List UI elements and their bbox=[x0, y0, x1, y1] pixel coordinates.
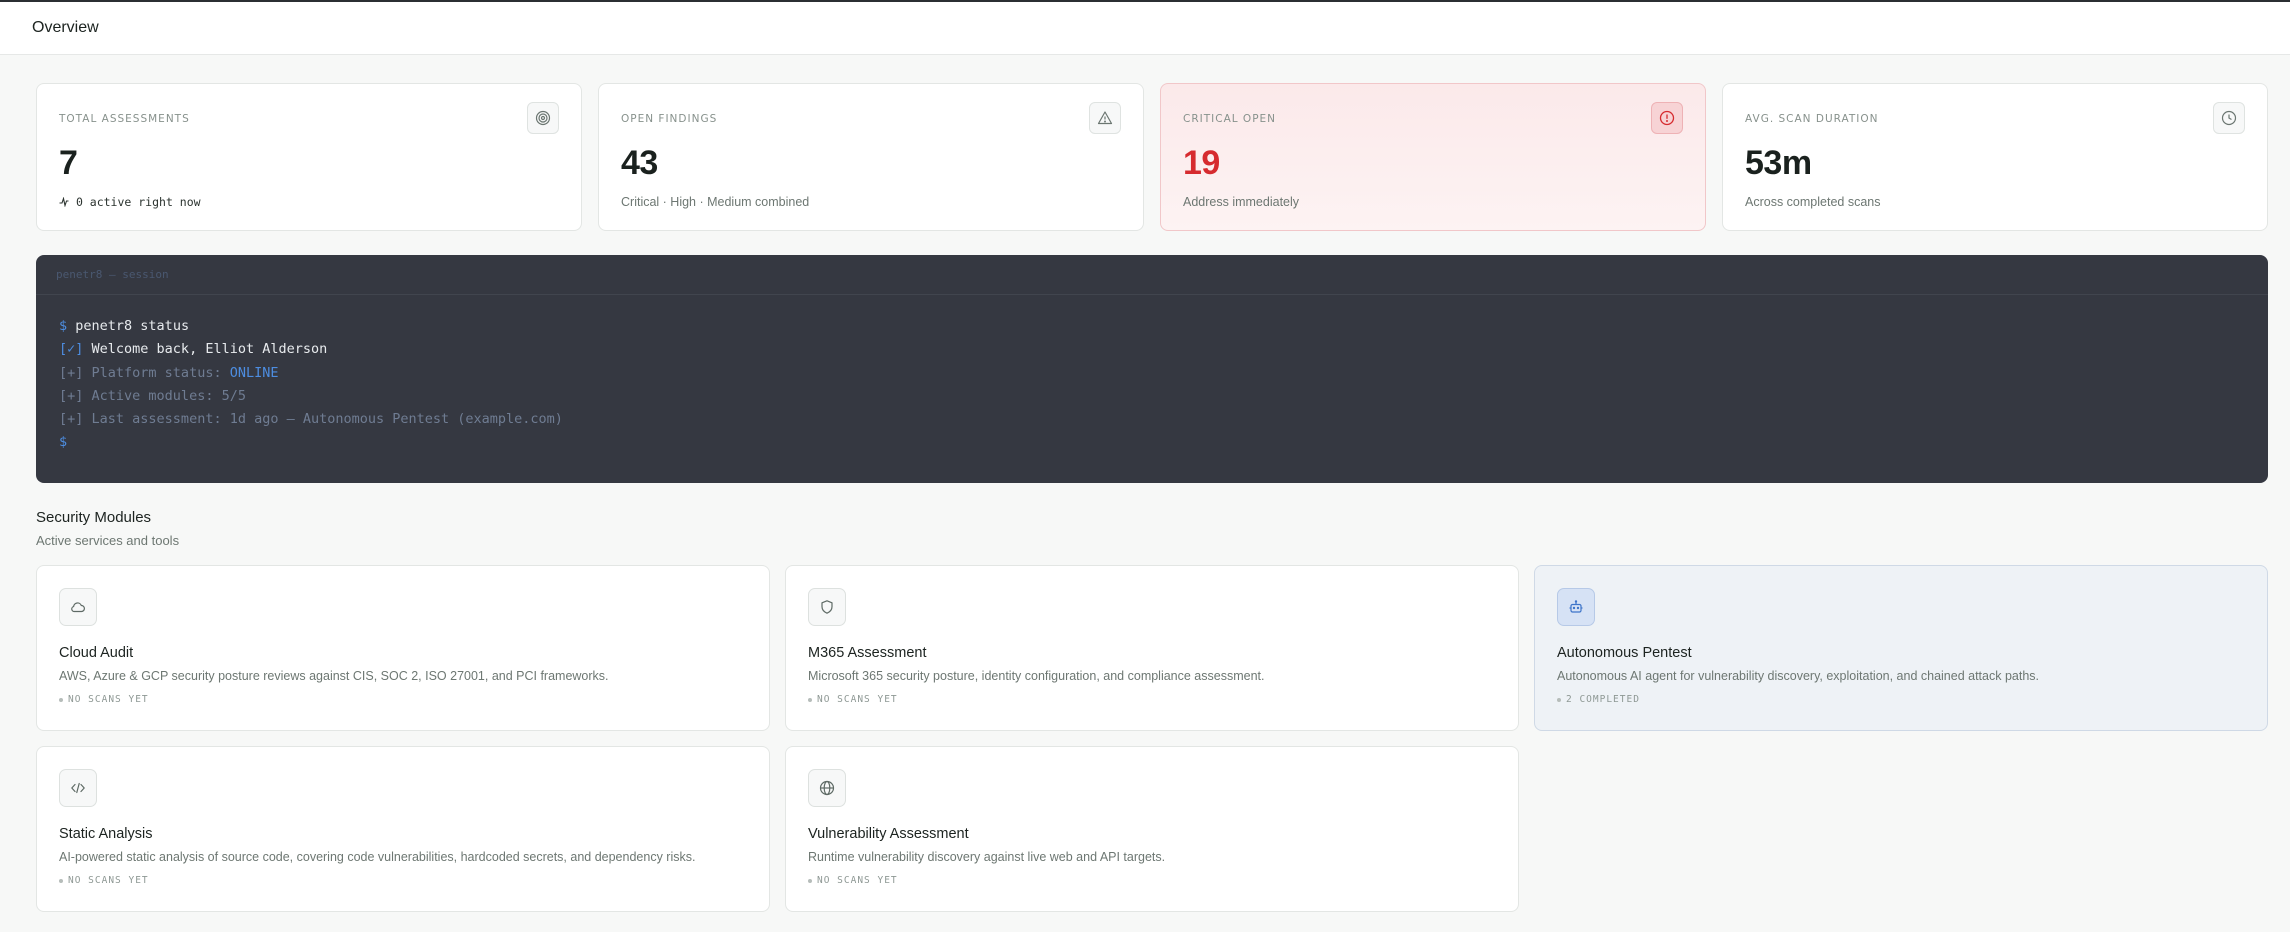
stat-sub-text: 0 active right now bbox=[75, 195, 201, 209]
terminal-line-text: Active modules: 5/5 bbox=[91, 387, 246, 404]
module-status-text: NO SCANS YET bbox=[817, 875, 898, 886]
terminal-command: penetr8 status bbox=[75, 318, 190, 334]
stat-card-open-findings[interactable]: OPEN FINDINGS 43 Critical · High · Mediu… bbox=[598, 83, 1144, 231]
activity-icon bbox=[59, 196, 69, 208]
stat-value: 19 bbox=[1183, 144, 1220, 182]
module-card-vulnerability-assessment[interactable]: Vulnerability Assessment Runtime vulnera… bbox=[785, 746, 1519, 912]
stat-card-avg-scan-duration[interactable]: AVG. SCAN DURATION 53m Across completed … bbox=[1722, 83, 2268, 231]
module-status: NO SCANS YET bbox=[808, 694, 898, 705]
terminal-line-text: Platform status: bbox=[91, 364, 230, 381]
module-status: NO SCANS YET bbox=[59, 875, 149, 886]
module-status-text: 2 COMPLETED bbox=[1566, 694, 1640, 705]
top-bar: Overview bbox=[0, 0, 2290, 55]
terminal-status-highlight: ONLINE bbox=[229, 364, 279, 381]
page-title: Overview bbox=[32, 19, 99, 36]
alert-circle-icon bbox=[1651, 102, 1683, 134]
cloud-icon bbox=[59, 588, 97, 626]
status-dot bbox=[1557, 697, 1561, 702]
module-title: Cloud Audit bbox=[59, 645, 134, 661]
stat-sub: 0 active right now bbox=[59, 195, 201, 209]
terminal-output-line: [+] Last assessment: 1d ago — Autonomous… bbox=[59, 411, 2268, 434]
warning-icon bbox=[1089, 102, 1121, 134]
module-card-m365-assessment[interactable]: M365 Assessment Microsoft 365 security p… bbox=[785, 565, 1519, 731]
stat-sub: Across completed scans bbox=[1745, 195, 1881, 209]
module-title: Static Analysis bbox=[59, 826, 153, 842]
module-card-static-analysis[interactable]: Static Analysis AI-powered static analys… bbox=[36, 746, 770, 912]
terminal-title: penetr8 — session bbox=[36, 255, 2268, 295]
module-title: Autonomous Pentest bbox=[1557, 645, 1692, 661]
module-card-cloud-audit[interactable]: Cloud Audit AWS, Azure & GCP security po… bbox=[36, 565, 770, 731]
stat-value: 7 bbox=[59, 144, 78, 182]
status-dot bbox=[59, 697, 63, 702]
status-dot bbox=[808, 697, 812, 702]
terminal-command-line: $ penetr8 status bbox=[59, 318, 2268, 341]
stat-label: AVG. SCAN DURATION bbox=[1745, 113, 1879, 125]
terminal-line-prefix: [+] bbox=[59, 411, 84, 428]
stat-label: TOTAL ASSESSMENTS bbox=[59, 113, 190, 125]
status-dot bbox=[808, 878, 812, 883]
stat-sub: Critical · High · Medium combined bbox=[621, 195, 810, 209]
globe-icon bbox=[808, 769, 846, 807]
terminal-output-line: [+] Platform status: ONLINE bbox=[59, 365, 2268, 388]
module-title: Vulnerability Assessment bbox=[808, 826, 969, 842]
module-title: M365 Assessment bbox=[808, 645, 927, 661]
module-status: NO SCANS YET bbox=[59, 694, 149, 705]
module-description: Microsoft 365 security posture, identity… bbox=[808, 669, 1265, 683]
stat-label: CRITICAL OPEN bbox=[1183, 113, 1277, 125]
terminal-line-prefix: [+] bbox=[59, 387, 84, 404]
module-description: AWS, Azure & GCP security posture review… bbox=[59, 669, 609, 683]
terminal-panel[interactable]: penetr8 — session $ penetr8 status [✓] W… bbox=[36, 255, 2268, 483]
stat-sub: Address immediately bbox=[1183, 195, 1300, 209]
module-description: AI-powered static analysis of source cod… bbox=[59, 850, 696, 864]
code-icon bbox=[59, 769, 97, 807]
target-icon bbox=[527, 102, 559, 134]
terminal-input-line[interactable]: $ bbox=[59, 434, 2268, 457]
terminal-line-prefix: [+] bbox=[59, 364, 84, 381]
stat-card-total-assessments[interactable]: TOTAL ASSESSMENTS 7 0 active right now bbox=[36, 83, 582, 231]
shield-icon bbox=[808, 588, 846, 626]
section-subtitle: Active services and tools bbox=[36, 533, 180, 548]
status-dot bbox=[59, 878, 63, 883]
robot-icon bbox=[1557, 588, 1595, 626]
terminal-line-text: Last assessment: 1d ago — Autonomous Pen… bbox=[91, 411, 563, 428]
terminal-prompt: $ bbox=[59, 318, 68, 334]
module-description: Runtime vulnerability discovery against … bbox=[808, 850, 1166, 864]
terminal-prompt: $ bbox=[59, 434, 68, 451]
terminal-line-prefix: [✓] bbox=[59, 341, 84, 358]
module-status: 2 COMPLETED bbox=[1557, 694, 1640, 705]
terminal-output-line: [✓] Welcome back, Elliot Alderson bbox=[59, 341, 2268, 364]
clock-icon bbox=[2213, 102, 2245, 134]
terminal-output-line: [+] Active modules: 5/5 bbox=[59, 388, 2268, 411]
module-status: NO SCANS YET bbox=[808, 875, 898, 886]
module-status-text: NO SCANS YET bbox=[68, 694, 149, 705]
module-card-autonomous-pentest[interactable]: Autonomous Pentest Autonomous AI agent f… bbox=[1534, 565, 2268, 731]
stat-value: 43 bbox=[621, 144, 658, 182]
stat-card-critical-open[interactable]: CRITICAL OPEN 19 Address immediately bbox=[1160, 83, 1706, 231]
stat-value: 53m bbox=[1745, 144, 1812, 182]
module-status-text: NO SCANS YET bbox=[68, 875, 149, 886]
stat-label: OPEN FINDINGS bbox=[621, 113, 718, 125]
terminal-line-text: Welcome back, Elliot Alderson bbox=[91, 341, 328, 358]
module-description: Autonomous AI agent for vulnerability di… bbox=[1557, 669, 2040, 683]
section-title: Security Modules bbox=[36, 509, 152, 526]
module-status-text: NO SCANS YET bbox=[817, 694, 898, 705]
